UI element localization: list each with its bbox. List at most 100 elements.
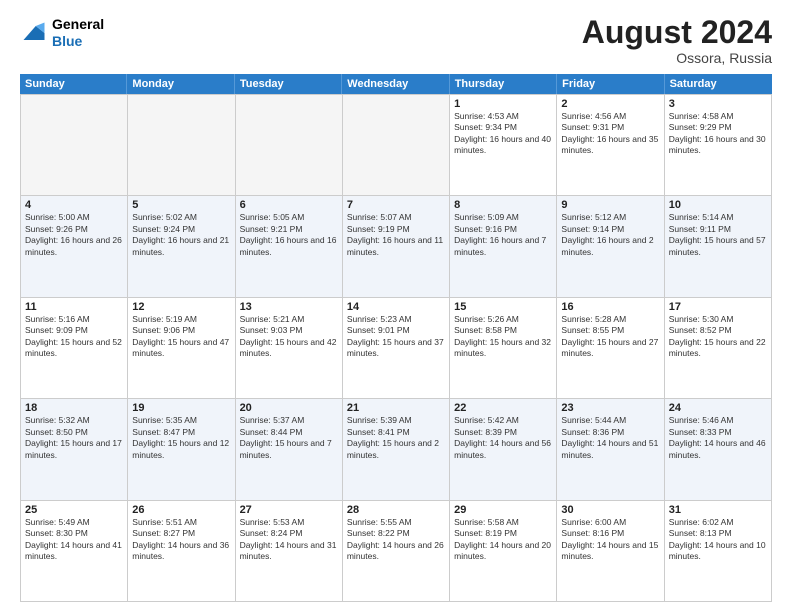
cal-cell-12: 12Sunrise: 5:19 AMSunset: 9:06 PMDayligh… (128, 298, 235, 399)
cal-cell-9: 9Sunrise: 5:12 AMSunset: 9:14 PMDaylight… (557, 196, 664, 297)
cal-cell-2: 2Sunrise: 4:56 AMSunset: 9:31 PMDaylight… (557, 95, 664, 196)
cell-info: Sunrise: 5:39 AMSunset: 8:41 PMDaylight:… (347, 415, 445, 461)
calendar-header: SundayMondayTuesdayWednesdayThursdayFrid… (20, 74, 772, 94)
cal-cell-1: 1Sunrise: 4:53 AMSunset: 9:34 PMDaylight… (450, 95, 557, 196)
cal-cell-18: 18Sunrise: 5:32 AMSunset: 8:50 PMDayligh… (21, 399, 128, 500)
cal-cell-31: 31Sunrise: 6:02 AMSunset: 8:13 PMDayligh… (665, 501, 772, 602)
cal-cell-empty (236, 95, 343, 196)
header-day-saturday: Saturday (665, 74, 772, 94)
day-number: 24 (669, 402, 767, 414)
cal-cell-8: 8Sunrise: 5:09 AMSunset: 9:16 PMDaylight… (450, 196, 557, 297)
cal-cell-16: 16Sunrise: 5:28 AMSunset: 8:55 PMDayligh… (557, 298, 664, 399)
cal-cell-26: 26Sunrise: 5:51 AMSunset: 8:27 PMDayligh… (128, 501, 235, 602)
cell-info: Sunrise: 5:30 AMSunset: 8:52 PMDaylight:… (669, 314, 767, 360)
day-number: 5 (132, 199, 230, 211)
cal-cell-7: 7Sunrise: 5:07 AMSunset: 9:19 PMDaylight… (343, 196, 450, 297)
cell-info: Sunrise: 5:07 AMSunset: 9:19 PMDaylight:… (347, 212, 445, 258)
cal-cell-19: 19Sunrise: 5:35 AMSunset: 8:47 PMDayligh… (128, 399, 235, 500)
cal-cell-13: 13Sunrise: 5:21 AMSunset: 9:03 PMDayligh… (236, 298, 343, 399)
cell-info: Sunrise: 5:49 AMSunset: 8:30 PMDaylight:… (25, 517, 123, 563)
location: Ossora, Russia (582, 50, 772, 66)
cell-info: Sunrise: 5:53 AMSunset: 8:24 PMDaylight:… (240, 517, 338, 563)
day-number: 13 (240, 301, 338, 313)
cell-info: Sunrise: 5:21 AMSunset: 9:03 PMDaylight:… (240, 314, 338, 360)
cal-cell-28: 28Sunrise: 5:55 AMSunset: 8:22 PMDayligh… (343, 501, 450, 602)
cell-info: Sunrise: 4:58 AMSunset: 9:29 PMDaylight:… (669, 111, 767, 157)
cell-info: Sunrise: 5:14 AMSunset: 9:11 PMDaylight:… (669, 212, 767, 258)
day-number: 22 (454, 402, 552, 414)
cell-info: Sunrise: 5:23 AMSunset: 9:01 PMDaylight:… (347, 314, 445, 360)
cal-cell-10: 10Sunrise: 5:14 AMSunset: 9:11 PMDayligh… (665, 196, 772, 297)
day-number: 28 (347, 504, 445, 516)
day-number: 31 (669, 504, 767, 516)
cell-info: Sunrise: 6:00 AMSunset: 8:16 PMDaylight:… (561, 517, 659, 563)
day-number: 12 (132, 301, 230, 313)
cal-cell-empty (21, 95, 128, 196)
cell-info: Sunrise: 5:37 AMSunset: 8:44 PMDaylight:… (240, 415, 338, 461)
logo-text: General Blue (52, 16, 104, 50)
cell-info: Sunrise: 5:00 AMSunset: 9:26 PMDaylight:… (25, 212, 123, 258)
cal-cell-empty (343, 95, 450, 196)
day-number: 27 (240, 504, 338, 516)
day-number: 8 (454, 199, 552, 211)
cell-info: Sunrise: 5:55 AMSunset: 8:22 PMDaylight:… (347, 517, 445, 563)
day-number: 26 (132, 504, 230, 516)
day-number: 15 (454, 301, 552, 313)
cal-cell-4: 4Sunrise: 5:00 AMSunset: 9:26 PMDaylight… (21, 196, 128, 297)
logo: General Blue (20, 16, 104, 50)
day-number: 7 (347, 199, 445, 211)
cell-info: Sunrise: 6:02 AMSunset: 8:13 PMDaylight:… (669, 517, 767, 563)
cell-info: Sunrise: 5:02 AMSunset: 9:24 PMDaylight:… (132, 212, 230, 258)
day-number: 11 (25, 301, 123, 313)
month-year: August 2024 (582, 16, 772, 48)
cell-info: Sunrise: 5:42 AMSunset: 8:39 PMDaylight:… (454, 415, 552, 461)
day-number: 9 (561, 199, 659, 211)
day-number: 25 (25, 504, 123, 516)
day-number: 4 (25, 199, 123, 211)
cal-cell-20: 20Sunrise: 5:37 AMSunset: 8:44 PMDayligh… (236, 399, 343, 500)
calendar-body: 1Sunrise: 4:53 AMSunset: 9:34 PMDaylight… (20, 94, 772, 602)
cell-info: Sunrise: 5:44 AMSunset: 8:36 PMDaylight:… (561, 415, 659, 461)
cal-row-2: 4Sunrise: 5:00 AMSunset: 9:26 PMDaylight… (21, 196, 772, 297)
day-number: 20 (240, 402, 338, 414)
cell-info: Sunrise: 5:28 AMSunset: 8:55 PMDaylight:… (561, 314, 659, 360)
cell-info: Sunrise: 5:35 AMSunset: 8:47 PMDaylight:… (132, 415, 230, 461)
cal-cell-11: 11Sunrise: 5:16 AMSunset: 9:09 PMDayligh… (21, 298, 128, 399)
cal-row-4: 18Sunrise: 5:32 AMSunset: 8:50 PMDayligh… (21, 399, 772, 500)
cal-row-5: 25Sunrise: 5:49 AMSunset: 8:30 PMDayligh… (21, 501, 772, 602)
day-number: 2 (561, 98, 659, 110)
cell-info: Sunrise: 4:56 AMSunset: 9:31 PMDaylight:… (561, 111, 659, 157)
cell-info: Sunrise: 5:09 AMSunset: 9:16 PMDaylight:… (454, 212, 552, 258)
day-number: 16 (561, 301, 659, 313)
cal-cell-27: 27Sunrise: 5:53 AMSunset: 8:24 PMDayligh… (236, 501, 343, 602)
day-number: 3 (669, 98, 767, 110)
cal-cell-3: 3Sunrise: 4:58 AMSunset: 9:29 PMDaylight… (665, 95, 772, 196)
cell-info: Sunrise: 5:16 AMSunset: 9:09 PMDaylight:… (25, 314, 123, 360)
cal-cell-15: 15Sunrise: 5:26 AMSunset: 8:58 PMDayligh… (450, 298, 557, 399)
cell-info: Sunrise: 5:19 AMSunset: 9:06 PMDaylight:… (132, 314, 230, 360)
cal-row-1: 1Sunrise: 4:53 AMSunset: 9:34 PMDaylight… (21, 95, 772, 196)
day-number: 14 (347, 301, 445, 313)
cal-cell-22: 22Sunrise: 5:42 AMSunset: 8:39 PMDayligh… (450, 399, 557, 500)
day-number: 17 (669, 301, 767, 313)
cal-cell-17: 17Sunrise: 5:30 AMSunset: 8:52 PMDayligh… (665, 298, 772, 399)
day-number: 10 (669, 199, 767, 211)
cal-cell-30: 30Sunrise: 6:00 AMSunset: 8:16 PMDayligh… (557, 501, 664, 602)
cal-row-3: 11Sunrise: 5:16 AMSunset: 9:09 PMDayligh… (21, 298, 772, 399)
cal-cell-6: 6Sunrise: 5:05 AMSunset: 9:21 PMDaylight… (236, 196, 343, 297)
day-number: 19 (132, 402, 230, 414)
day-number: 29 (454, 504, 552, 516)
title-block: August 2024 Ossora, Russia (582, 16, 772, 66)
cal-cell-5: 5Sunrise: 5:02 AMSunset: 9:24 PMDaylight… (128, 196, 235, 297)
header-day-sunday: Sunday (20, 74, 127, 94)
cal-cell-empty (128, 95, 235, 196)
cell-info: Sunrise: 5:26 AMSunset: 8:58 PMDaylight:… (454, 314, 552, 360)
header-day-tuesday: Tuesday (235, 74, 342, 94)
cal-cell-25: 25Sunrise: 5:49 AMSunset: 8:30 PMDayligh… (21, 501, 128, 602)
day-number: 30 (561, 504, 659, 516)
calendar: SundayMondayTuesdayWednesdayThursdayFrid… (20, 74, 772, 602)
day-number: 1 (454, 98, 552, 110)
cell-info: Sunrise: 5:46 AMSunset: 8:33 PMDaylight:… (669, 415, 767, 461)
cell-info: Sunrise: 5:05 AMSunset: 9:21 PMDaylight:… (240, 212, 338, 258)
header-day-friday: Friday (557, 74, 664, 94)
